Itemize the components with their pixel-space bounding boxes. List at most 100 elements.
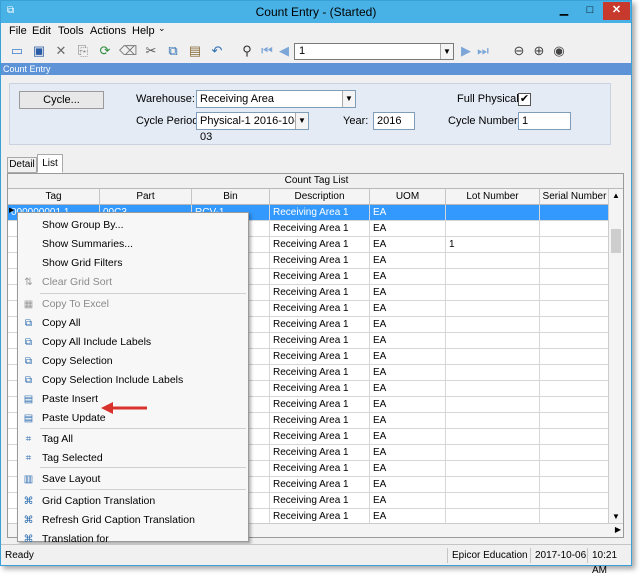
- table-cell[interactable]: [540, 333, 610, 349]
- table-cell[interactable]: [446, 477, 540, 493]
- tab-list[interactable]: List: [37, 154, 63, 173]
- table-cell[interactable]: EA: [370, 301, 446, 317]
- year-field[interactable]: 2016: [373, 112, 415, 130]
- title-bar[interactable]: ⧉ Count Entry - (Started) ▁ □ ✕: [1, 1, 631, 23]
- table-cell[interactable]: EA: [370, 381, 446, 397]
- table-cell[interactable]: Receiving Area 1: [270, 269, 370, 285]
- table-cell[interactable]: [446, 429, 540, 445]
- table-cell[interactable]: [446, 365, 540, 381]
- table-cell[interactable]: [446, 269, 540, 285]
- table-cell[interactable]: EA: [370, 461, 446, 477]
- table-cell[interactable]: Receiving Area 1: [270, 381, 370, 397]
- table-cell[interactable]: Receiving Area 1: [270, 349, 370, 365]
- table-cell[interactable]: [540, 285, 610, 301]
- context-menu-item[interactable]: ⌗ Tag All: [18, 430, 248, 449]
- table-cell[interactable]: Receiving Area 1: [270, 333, 370, 349]
- cycle-number-field[interactable]: 1: [518, 112, 571, 130]
- context-menu-item[interactable]: Show Summaries...: [18, 235, 248, 254]
- table-cell[interactable]: [446, 285, 540, 301]
- column-header-serial-number[interactable]: Serial Number: [540, 189, 610, 205]
- warehouse-dropdown[interactable]: Receiving Area ▼: [196, 90, 356, 108]
- table-cell[interactable]: Receiving Area 1: [270, 461, 370, 477]
- table-cell[interactable]: EA: [370, 445, 446, 461]
- record-navigator[interactable]: 1 ▼: [294, 43, 454, 60]
- home-icon[interactable]: ◉: [551, 43, 567, 59]
- search-icon[interactable]: ⚲: [239, 43, 255, 59]
- table-cell[interactable]: [540, 349, 610, 365]
- table-cell[interactable]: EA: [370, 317, 446, 333]
- table-cell[interactable]: Receiving Area 1: [270, 253, 370, 269]
- table-cell[interactable]: EA: [370, 493, 446, 509]
- context-menu-item[interactable]: ▥ Save Layout: [18, 470, 248, 489]
- table-cell[interactable]: [540, 381, 610, 397]
- menu-help[interactable]: Help: [132, 25, 155, 37]
- previous-record-icon[interactable]: ◀: [276, 43, 292, 59]
- table-cell[interactable]: [446, 349, 540, 365]
- context-menu-item[interactable]: ⧉ Copy All: [18, 314, 248, 333]
- column-header-description[interactable]: Description: [270, 189, 370, 205]
- table-cell[interactable]: EA: [370, 333, 446, 349]
- table-cell[interactable]: EA: [370, 221, 446, 237]
- vertical-scrollbar[interactable]: ▲ ▼: [608, 189, 623, 523]
- table-cell[interactable]: [540, 237, 610, 253]
- column-header-uom[interactable]: UOM: [370, 189, 446, 205]
- table-cell[interactable]: Receiving Area 1: [270, 317, 370, 333]
- table-cell[interactable]: [540, 429, 610, 445]
- refresh-icon[interactable]: ⟳: [97, 43, 113, 59]
- table-cell[interactable]: [446, 445, 540, 461]
- table-cell[interactable]: [540, 301, 610, 317]
- table-cell[interactable]: Receiving Area 1: [270, 301, 370, 317]
- full-physical-checkbox[interactable]: ✔: [518, 93, 531, 106]
- undo-icon[interactable]: ↶: [209, 43, 225, 59]
- table-cell[interactable]: Receiving Area 1: [270, 205, 370, 221]
- context-menu-item[interactable]: ⧉ Copy All Include Labels: [18, 333, 248, 352]
- menu-actions[interactable]: Actions: [90, 25, 126, 37]
- menu-file[interactable]: File: [9, 25, 27, 37]
- table-cell[interactable]: [446, 301, 540, 317]
- context-menu-item[interactable]: ⧉ Copy Selection: [18, 352, 248, 371]
- chevron-down-icon[interactable]: ▼: [342, 91, 355, 107]
- scroll-right-icon[interactable]: ▶: [615, 525, 621, 534]
- table-cell[interactable]: [446, 493, 540, 509]
- table-cell[interactable]: [446, 253, 540, 269]
- cycle-period-dropdown[interactable]: Physical-1 2016-10-03 ▼: [196, 112, 309, 143]
- table-cell[interactable]: [540, 493, 610, 509]
- column-header-bin[interactable]: Bin: [192, 189, 270, 205]
- table-cell[interactable]: Receiving Area 1: [270, 477, 370, 493]
- context-menu-item[interactable]: ▦ Copy To Excel: [18, 295, 248, 314]
- table-cell[interactable]: [446, 317, 540, 333]
- chevron-down-icon[interactable]: ▼: [440, 44, 453, 59]
- table-cell[interactable]: Receiving Area 1: [270, 413, 370, 429]
- context-menu-item[interactable]: ⌘ Grid Caption Translation: [18, 492, 248, 511]
- chevron-down-icon[interactable]: ▼: [295, 113, 308, 129]
- table-cell[interactable]: EA: [370, 285, 446, 301]
- table-cell[interactable]: [540, 477, 610, 493]
- table-cell[interactable]: Receiving Area 1: [270, 493, 370, 509]
- menu-tools[interactable]: Tools: [58, 25, 84, 37]
- scroll-thumb[interactable]: [611, 229, 621, 253]
- first-record-icon[interactable]: ⏮: [259, 43, 275, 59]
- table-cell[interactable]: EA: [370, 205, 446, 221]
- table-cell[interactable]: EA: [370, 253, 446, 269]
- table-cell[interactable]: Receiving Area 1: [270, 365, 370, 381]
- table-cell[interactable]: [446, 381, 540, 397]
- context-menu-item[interactable]: Show Grid Filters: [18, 254, 248, 273]
- context-menu-item[interactable]: ⌗ Tag Selected: [18, 449, 248, 468]
- table-cell[interactable]: [540, 253, 610, 269]
- table-cell[interactable]: EA: [370, 397, 446, 413]
- minimize-button[interactable]: ▁: [551, 2, 577, 20]
- copy-icon[interactable]: ⧉: [165, 43, 181, 59]
- table-cell[interactable]: [540, 205, 610, 221]
- paste-icon[interactable]: ▤: [187, 43, 203, 59]
- table-cell[interactable]: [540, 397, 610, 413]
- menu-overflow-icon[interactable]: ⌄: [158, 23, 166, 34]
- table-cell[interactable]: [446, 397, 540, 413]
- table-cell[interactable]: Receiving Area 1: [270, 285, 370, 301]
- new-icon[interactable]: ▭: [9, 43, 25, 59]
- context-menu-item[interactable]: ⇅ Clear Grid Sort: [18, 273, 248, 292]
- attachment-icon[interactable]: ⎘: [75, 43, 91, 59]
- table-cell[interactable]: [540, 365, 610, 381]
- table-cell[interactable]: Receiving Area 1: [270, 237, 370, 253]
- next-record-icon[interactable]: ▶: [458, 43, 474, 59]
- save-icon[interactable]: ▣: [31, 43, 47, 59]
